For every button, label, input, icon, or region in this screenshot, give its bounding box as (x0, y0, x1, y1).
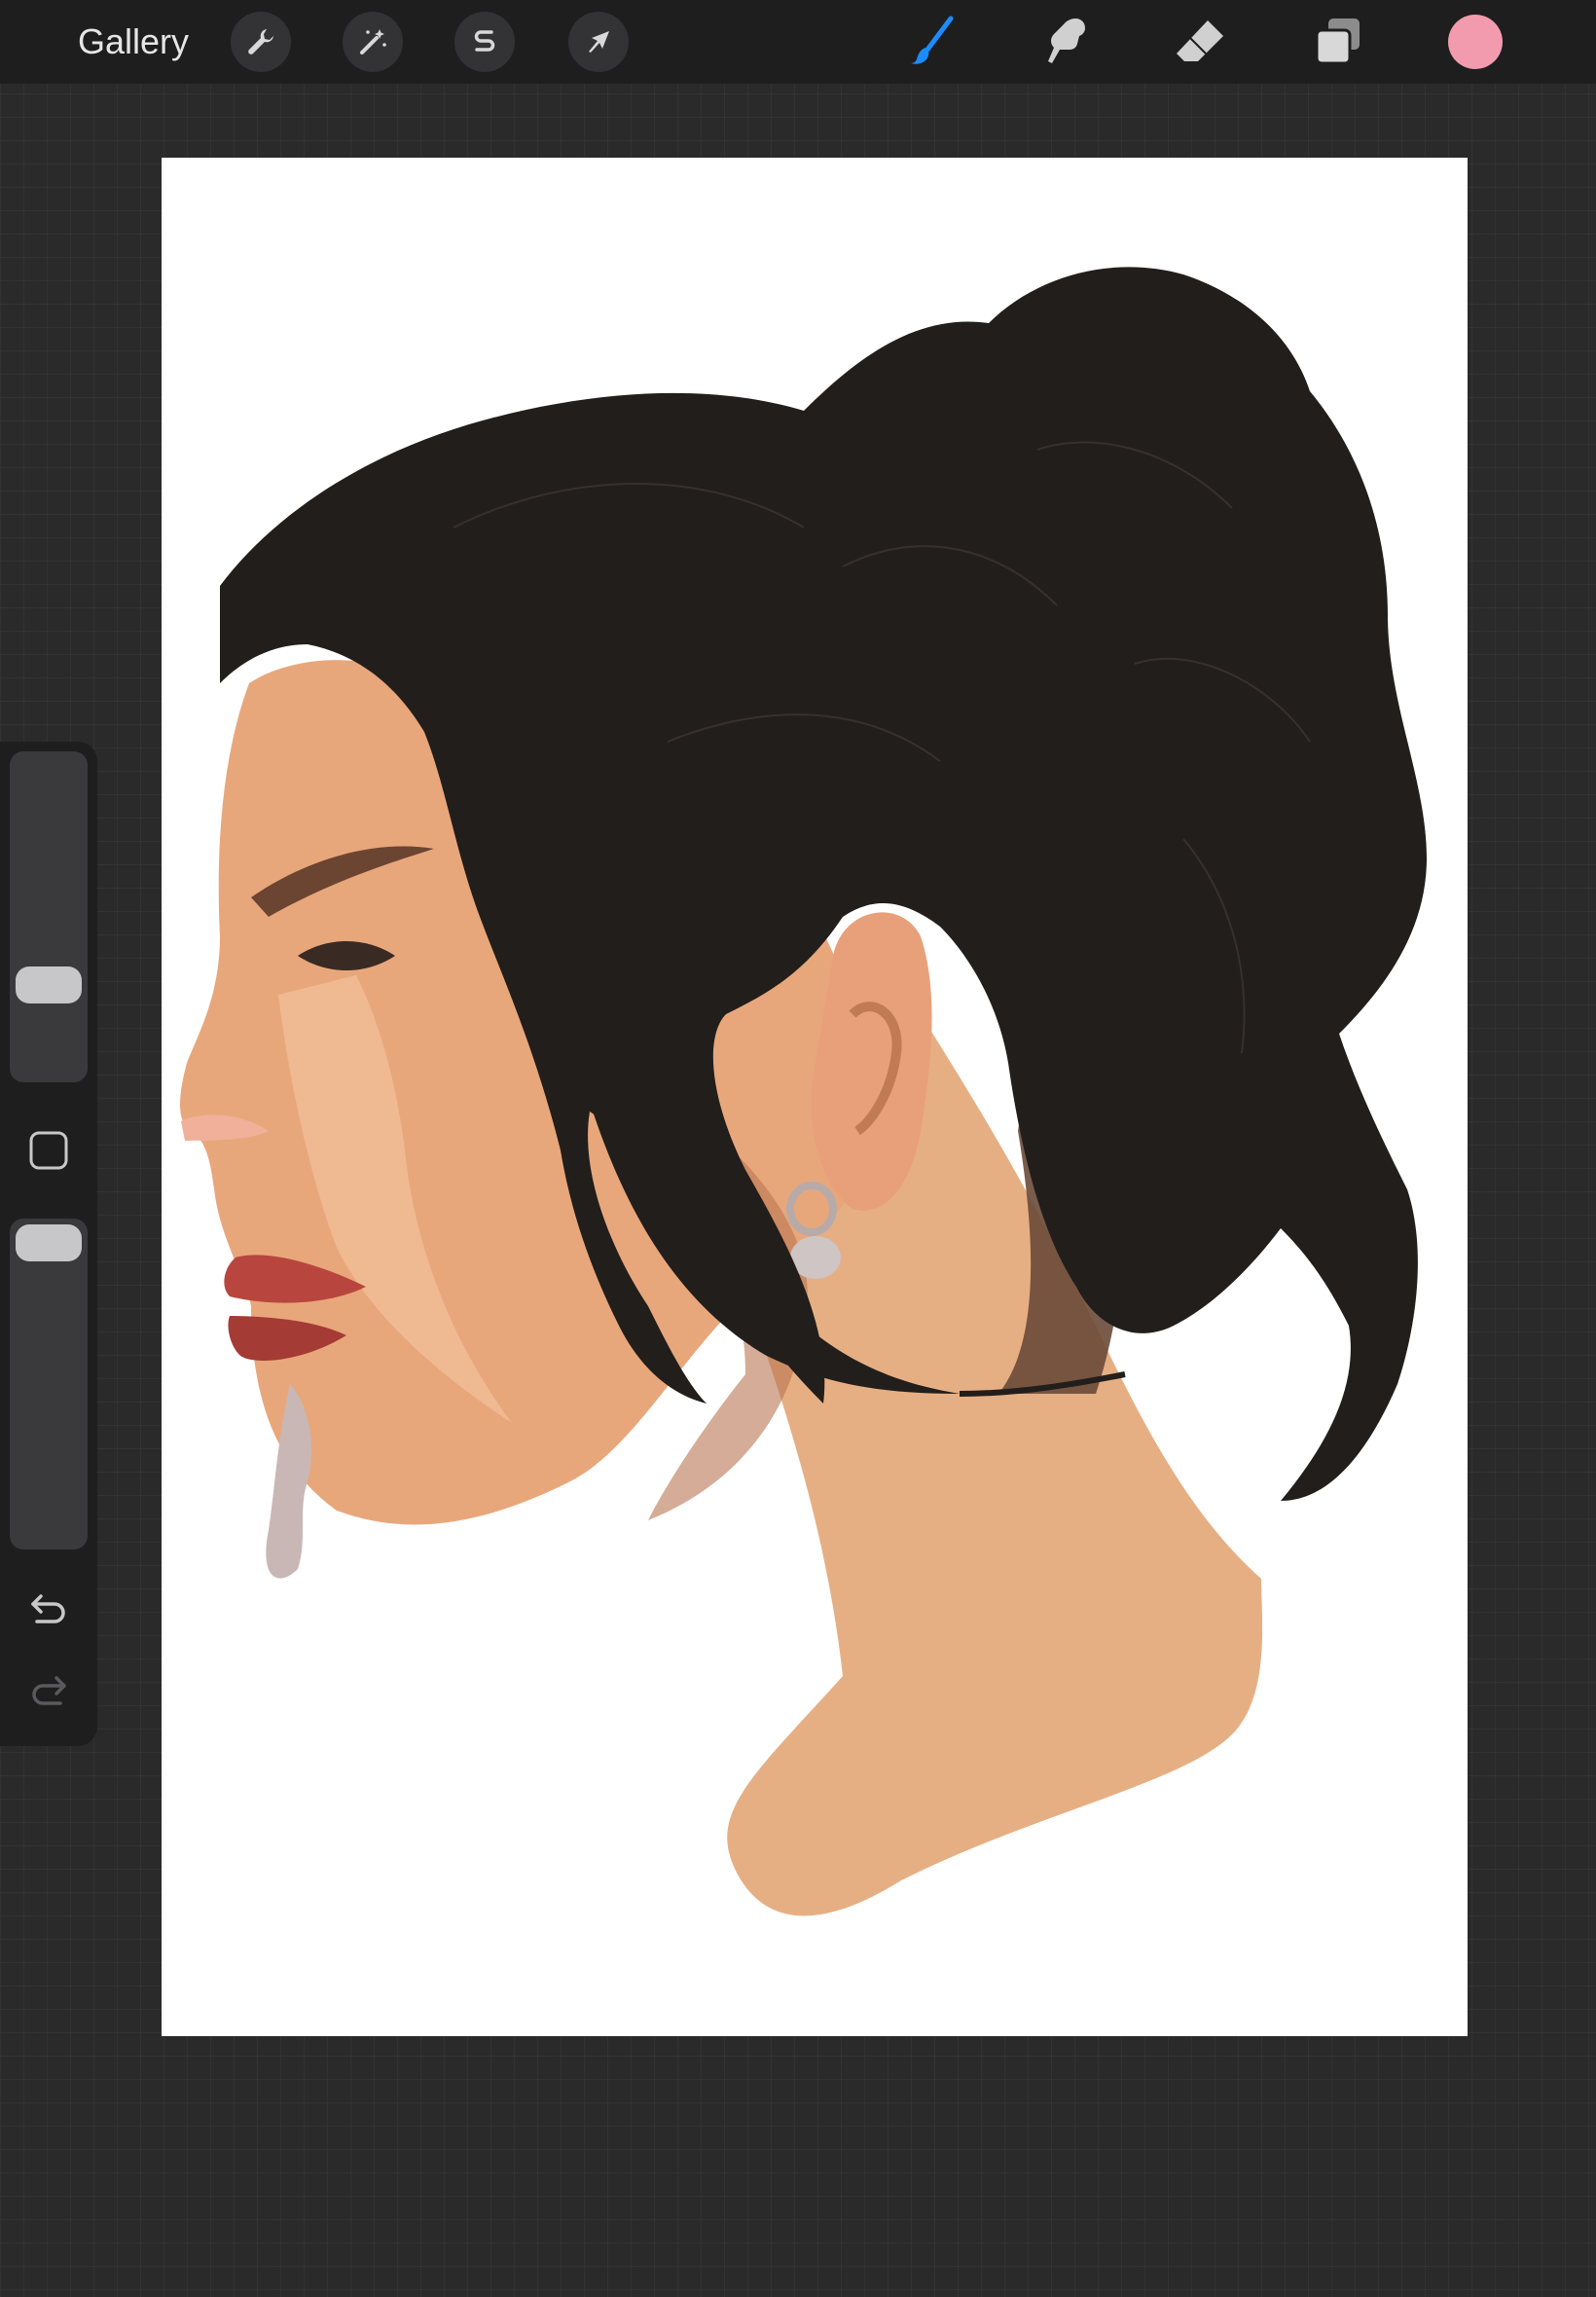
redo-icon (32, 1676, 66, 1705)
brush-opacity-slider[interactable] (10, 1219, 88, 1550)
arrow-cursor-icon (589, 31, 609, 53)
redo-button[interactable] (25, 1666, 72, 1713)
left-sidebar (0, 742, 97, 1746)
wrench-icon (248, 29, 273, 55)
adjustments-button[interactable] (343, 12, 403, 72)
eraser-icon (1177, 20, 1223, 61)
color-swatch-button[interactable] (1448, 15, 1503, 69)
layers-icon (1315, 18, 1360, 65)
magic-wand-icon (360, 29, 386, 55)
artwork-portrait (180, 267, 1427, 1916)
selection-button[interactable] (454, 12, 515, 72)
modify-button[interactable] (27, 1129, 70, 1172)
layers-button[interactable] (1306, 10, 1370, 74)
brush-icon (911, 16, 954, 64)
brush-opacity-thumb[interactable] (16, 1224, 82, 1261)
square-icon (29, 1131, 68, 1170)
smudge-tool[interactable] (1034, 10, 1098, 74)
top-toolbar: Gallery (0, 0, 1596, 84)
undo-icon (31, 1594, 65, 1623)
undo-button[interactable] (25, 1585, 72, 1631)
brush-size-slider[interactable] (10, 751, 88, 1082)
smudge-icon (1048, 18, 1085, 63)
actions-button[interactable] (231, 12, 291, 72)
selection-s-icon (474, 30, 495, 52)
transform-button[interactable] (568, 12, 629, 72)
gallery-button[interactable]: Gallery (78, 19, 189, 64)
paint-tool[interactable] (899, 10, 963, 74)
eraser-tool[interactable] (1168, 10, 1232, 74)
brush-size-thumb[interactable] (16, 966, 82, 1003)
drawing-canvas[interactable] (162, 158, 1468, 2036)
